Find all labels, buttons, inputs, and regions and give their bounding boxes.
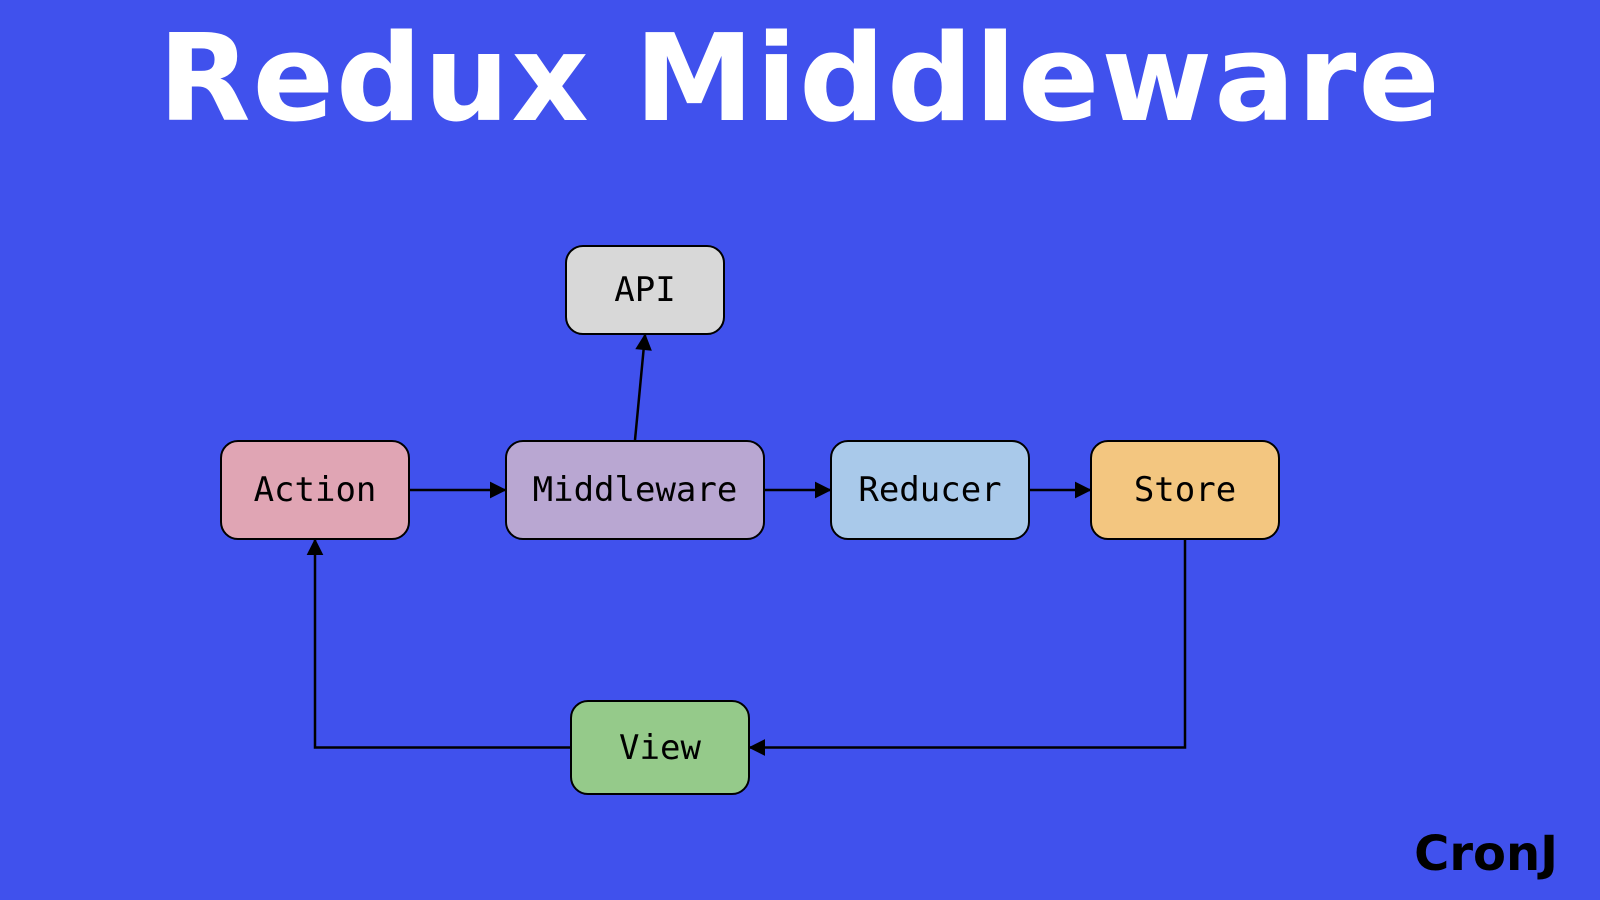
brand-label: CronJ	[1414, 826, 1558, 882]
edge-view-to-action	[315, 540, 570, 748]
diagram-canvas: Redux Middleware API Action Middleware R…	[0, 0, 1600, 900]
edges-layer	[0, 0, 1600, 900]
edge-middleware-to-api	[635, 335, 645, 440]
edge-store-to-view	[750, 540, 1185, 748]
